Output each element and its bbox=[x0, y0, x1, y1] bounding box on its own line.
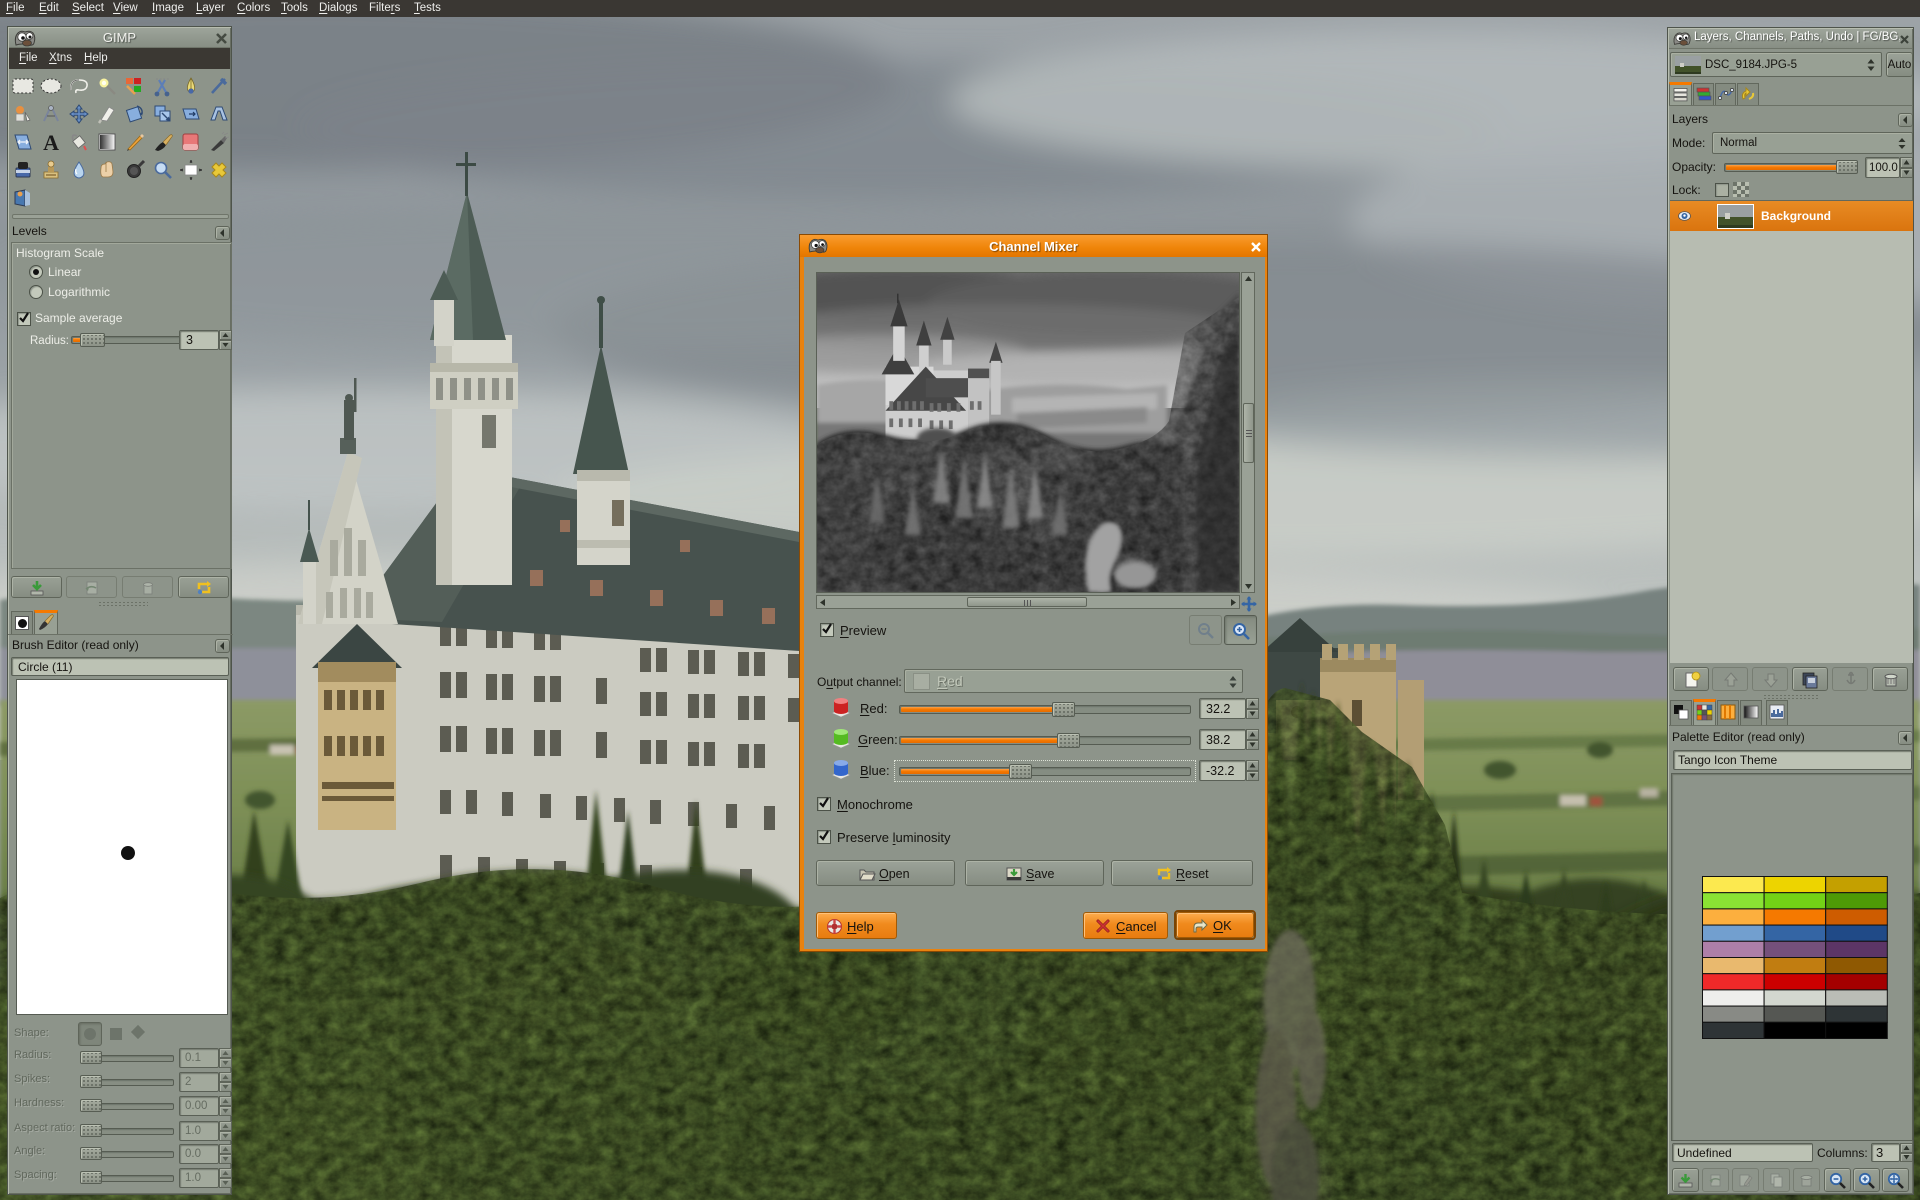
svg-text:A: A bbox=[43, 130, 59, 155]
